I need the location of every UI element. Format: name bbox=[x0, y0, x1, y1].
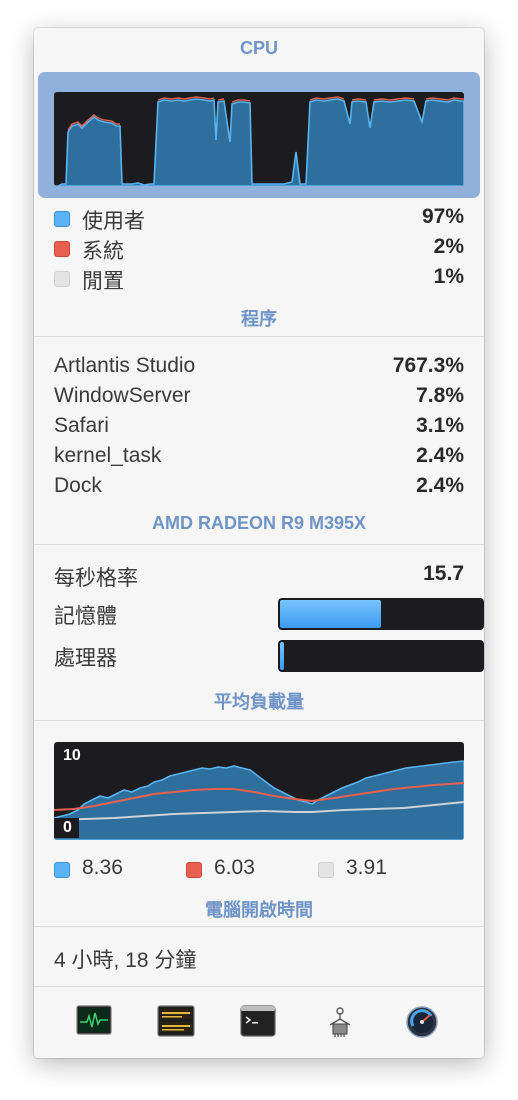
cpu-section-header[interactable]: CPU bbox=[34, 38, 484, 59]
cpu-graph-highlight[interactable] bbox=[38, 72, 480, 198]
cpu-system-row: 系統 2% bbox=[54, 235, 464, 265]
process-cpu-value: 767.3% bbox=[392, 354, 464, 377]
process-row: Artlantis Studio 767.3% bbox=[54, 354, 464, 384]
fps-value: 15.7 bbox=[423, 562, 464, 585]
gpu-memory-row: 記憶體 bbox=[54, 598, 484, 632]
cpu-history-svg bbox=[54, 96, 464, 186]
divider bbox=[34, 544, 484, 545]
system-legend-swatch bbox=[54, 241, 70, 257]
process-row: Safari 3.1% bbox=[54, 414, 464, 444]
process-cpu-value: 3.1% bbox=[416, 414, 464, 437]
process-name: Dock bbox=[54, 474, 102, 497]
load-average-svg bbox=[54, 760, 464, 840]
disk-utility-icon[interactable] bbox=[404, 1005, 440, 1038]
process-name: WindowServer bbox=[54, 384, 191, 407]
gpu-processor-label: 處理器 bbox=[54, 647, 117, 670]
istat-panel: CPU 使用者 97% 系統 2% 閒置 1% 程序 Artlantis Stu… bbox=[34, 28, 484, 1058]
process-name: kernel_task bbox=[54, 444, 162, 467]
gpu-processor-bar-fill bbox=[280, 642, 285, 670]
cpu-user-label: 使用者 bbox=[82, 210, 145, 233]
cpu-idle-label: 閒置 bbox=[82, 270, 124, 293]
process-cpu-value: 2.4% bbox=[416, 474, 464, 497]
idle-legend-swatch bbox=[54, 271, 70, 287]
gpu-processor-bar bbox=[278, 640, 484, 672]
load-1min-swatch bbox=[54, 862, 70, 878]
load-15min-swatch bbox=[318, 862, 334, 878]
cpu-system-label: 系統 bbox=[82, 240, 124, 263]
gpu-processor-row: 處理器 bbox=[54, 640, 484, 674]
load-15min-value: 3.91 bbox=[346, 856, 387, 879]
gpu-fps-row: 每秒格率 15.7 bbox=[54, 562, 464, 592]
fps-label: 每秒格率 bbox=[54, 567, 138, 590]
cpu-user-value: 97% bbox=[421, 205, 464, 228]
load-1min-value: 8.36 bbox=[82, 856, 123, 879]
gpu-section-header[interactable]: AMD RADEON R9 M395X bbox=[34, 513, 484, 534]
cpu-history-graph bbox=[54, 92, 464, 186]
process-row: kernel_task 2.4% bbox=[54, 444, 464, 474]
app-launcher-toolbar bbox=[34, 988, 484, 1058]
load-5min-value: 6.03 bbox=[214, 856, 255, 879]
load-section-header[interactable]: 平均負載量 bbox=[34, 688, 484, 714]
uptime-value: 4 小時, 18 分鐘 bbox=[54, 949, 197, 972]
process-cpu-value: 2.4% bbox=[416, 444, 464, 467]
divider bbox=[34, 986, 484, 987]
gpu-memory-bar bbox=[278, 598, 484, 630]
process-name: Safari bbox=[54, 414, 109, 437]
divider bbox=[34, 336, 484, 337]
uptime-section-header[interactable]: 電腦開啟時間 bbox=[34, 896, 484, 922]
divider bbox=[34, 720, 484, 721]
process-row: WindowServer 7.8% bbox=[54, 384, 464, 414]
load-scale-max: 10 bbox=[54, 746, 89, 766]
uptime-row: 4 小時, 18 分鐘 bbox=[54, 944, 464, 974]
cpu-idle-row: 閒置 1% bbox=[54, 265, 464, 295]
gpu-memory-bar-fill bbox=[280, 600, 381, 628]
cpu-idle-value: 1% bbox=[433, 265, 464, 288]
terminal-icon[interactable] bbox=[240, 1005, 276, 1037]
divider bbox=[34, 926, 484, 927]
system-information-icon[interactable] bbox=[322, 1005, 358, 1037]
cpu-user-row: 使用者 97% bbox=[54, 205, 464, 235]
user-legend-swatch bbox=[54, 211, 70, 227]
activity-monitor-icon[interactable] bbox=[76, 1005, 112, 1037]
load-5min-swatch bbox=[186, 862, 202, 878]
process-cpu-value: 7.8% bbox=[416, 384, 464, 407]
process-row: Dock 2.4% bbox=[54, 474, 464, 504]
cpu-system-value: 2% bbox=[433, 235, 464, 258]
process-name: Artlantis Studio bbox=[54, 354, 196, 377]
gpu-memory-label: 記憶體 bbox=[54, 605, 117, 628]
processes-section-header[interactable]: 程序 bbox=[34, 305, 484, 331]
load-average-graph[interactable]: 10 0 bbox=[54, 742, 464, 840]
console-icon[interactable] bbox=[157, 1005, 195, 1037]
load-scale-min: 0 bbox=[54, 818, 79, 838]
